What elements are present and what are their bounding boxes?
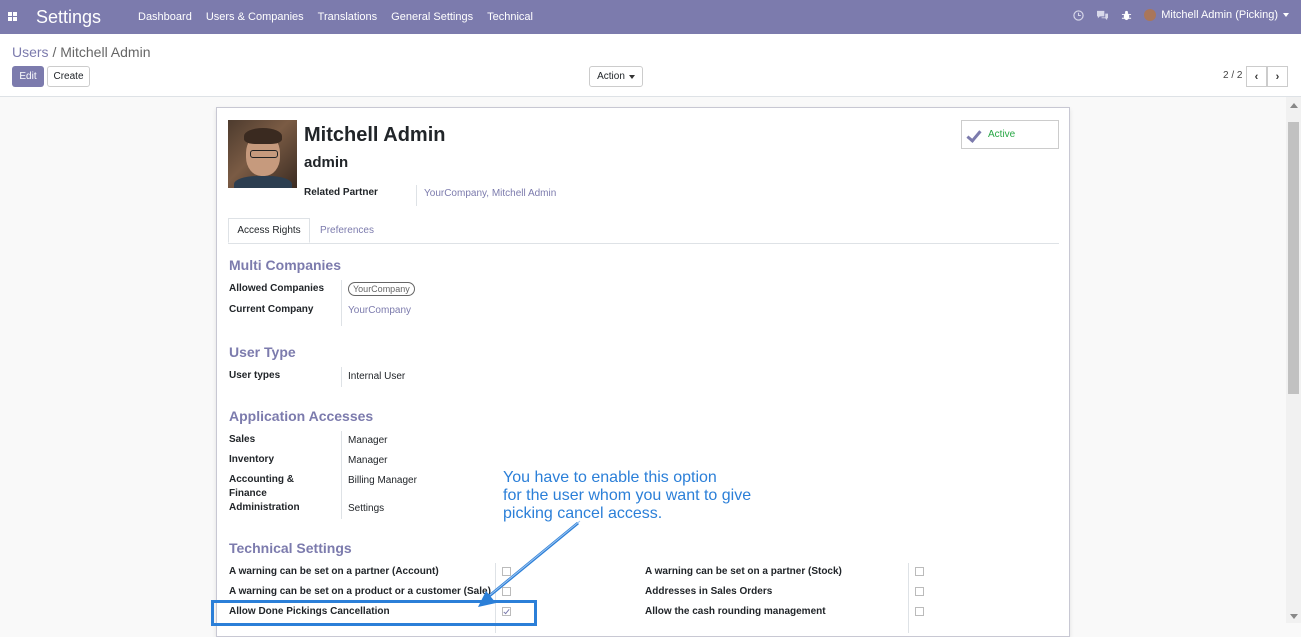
active-toggle-button[interactable]: Active (961, 120, 1059, 149)
menu-item-translations[interactable]: Translations (318, 11, 378, 23)
scrollbar[interactable] (1286, 97, 1301, 623)
sales-value[interactable]: Manager (348, 435, 387, 446)
tab-preferences[interactable]: Preferences (310, 218, 384, 243)
annotation-line-1: You have to enable this option (503, 469, 717, 486)
related-partner-link[interactable]: YourCompany, Mitchell Admin (424, 188, 556, 199)
warning-partner-stock-checkbox[interactable] (915, 567, 924, 576)
annotation-highlight-box (211, 600, 537, 626)
apps-menu-icon[interactable] (8, 12, 17, 21)
menu-item-users-companies[interactable]: Users & Companies (206, 11, 304, 23)
menu-item-dashboard[interactable]: Dashboard (138, 11, 192, 23)
scroll-down-icon[interactable] (1290, 614, 1298, 619)
breadcrumb-current: Mitchell Admin (60, 44, 151, 60)
menu-item-technical[interactable]: Technical (487, 11, 533, 23)
warning-partner-stock-label: A warning can be set on a partner (Stock… (645, 566, 842, 577)
user-name: Mitchell Admin (Picking) (1161, 9, 1278, 21)
chevron-right-icon: › (1275, 70, 1280, 83)
accounting-label-line1: Accounting & (229, 474, 294, 485)
field-divider (341, 367, 342, 387)
check-icon (968, 130, 982, 140)
user-login: admin (304, 154, 349, 171)
allowed-companies-label: Allowed Companies (229, 283, 325, 294)
allowed-company-tag[interactable]: YourCompany (348, 282, 415, 296)
accounting-value[interactable]: Billing Manager (348, 475, 417, 486)
warning-partner-account-label: A warning can be set on a partner (Accou… (229, 566, 439, 577)
user-types-value[interactable]: Internal User (348, 371, 405, 382)
tab-access-rights[interactable]: Access Rights (228, 218, 310, 243)
scrollbar-thumb[interactable] (1288, 122, 1299, 394)
administration-label: Administration (229, 502, 300, 513)
pager-previous-button[interactable]: ‹ (1246, 66, 1267, 87)
pager-next-button[interactable]: › (1267, 66, 1288, 87)
accounting-label-line2: Finance (229, 488, 267, 499)
form-sheet: Mitchell Admin admin Related Partner You… (216, 107, 1070, 637)
cash-rounding-checkbox[interactable] (915, 607, 924, 616)
current-company-link[interactable]: YourCompany (348, 305, 411, 316)
action-dropdown-button[interactable]: Action (589, 66, 643, 87)
chevron-down-icon (1283, 13, 1289, 17)
clock-icon[interactable] (1073, 9, 1084, 21)
user-name-title: Mitchell Admin (304, 124, 446, 146)
inventory-value[interactable]: Manager (348, 455, 387, 466)
field-divider (416, 185, 417, 206)
notebook-tabs: Access Rights Preferences (228, 218, 1059, 244)
addresses-sales-orders-checkbox[interactable] (915, 587, 924, 596)
section-technical-settings: Technical Settings (229, 540, 352, 556)
chat-icon[interactable] (1096, 10, 1109, 21)
scroll-up-icon[interactable] (1290, 103, 1298, 108)
section-application-accesses: Application Accesses (229, 408, 374, 424)
main-menu: Dashboard Users & Companies Translations… (138, 11, 547, 23)
create-button[interactable]: Create (47, 66, 90, 87)
user-avatar-icon (1144, 9, 1157, 21)
breadcrumb: Users / Mitchell Admin (12, 44, 151, 60)
user-menu[interactable]: Mitchell Admin (Picking) (1144, 9, 1289, 21)
annotation-line-2: for the user whom you want to give (503, 487, 752, 504)
menu-item-general-settings[interactable]: General Settings (391, 11, 473, 23)
bug-icon[interactable] (1121, 10, 1132, 21)
addresses-sales-orders-label: Addresses in Sales Orders (645, 586, 773, 597)
top-navbar: Settings Dashboard Users & Companies Tra… (0, 0, 1301, 34)
user-photo[interactable] (228, 120, 297, 188)
field-divider (341, 280, 342, 326)
section-user-type: User Type (229, 344, 296, 360)
control-panel: Users / Mitchell Admin Edit Create Actio… (0, 34, 1301, 97)
section-multi-companies: Multi Companies (229, 257, 342, 273)
app-title[interactable]: Settings (36, 7, 101, 28)
field-divider (341, 431, 342, 519)
systray: Mitchell Admin (Picking) (1073, 9, 1289, 21)
related-partner-label: Related Partner (304, 187, 378, 198)
inventory-label: Inventory (229, 454, 275, 465)
sales-label: Sales (229, 434, 256, 445)
edit-button[interactable]: Edit (12, 66, 44, 87)
user-types-label: User types (229, 370, 281, 381)
action-label: Action (597, 71, 625, 82)
warning-product-sale-label: A warning can be set on a product or a c… (229, 586, 491, 597)
breadcrumb-users[interactable]: Users (12, 44, 49, 60)
pager-value[interactable]: 2 / 2 (1223, 70, 1242, 81)
active-label: Active (988, 129, 1016, 140)
current-company-label: Current Company (229, 304, 314, 315)
administration-value[interactable]: Settings (348, 503, 384, 514)
breadcrumb-separator: / (52, 44, 57, 60)
chevron-down-icon (628, 74, 635, 79)
chevron-left-icon: ‹ (1254, 70, 1259, 83)
cash-rounding-label: Allow the cash rounding management (645, 606, 826, 617)
